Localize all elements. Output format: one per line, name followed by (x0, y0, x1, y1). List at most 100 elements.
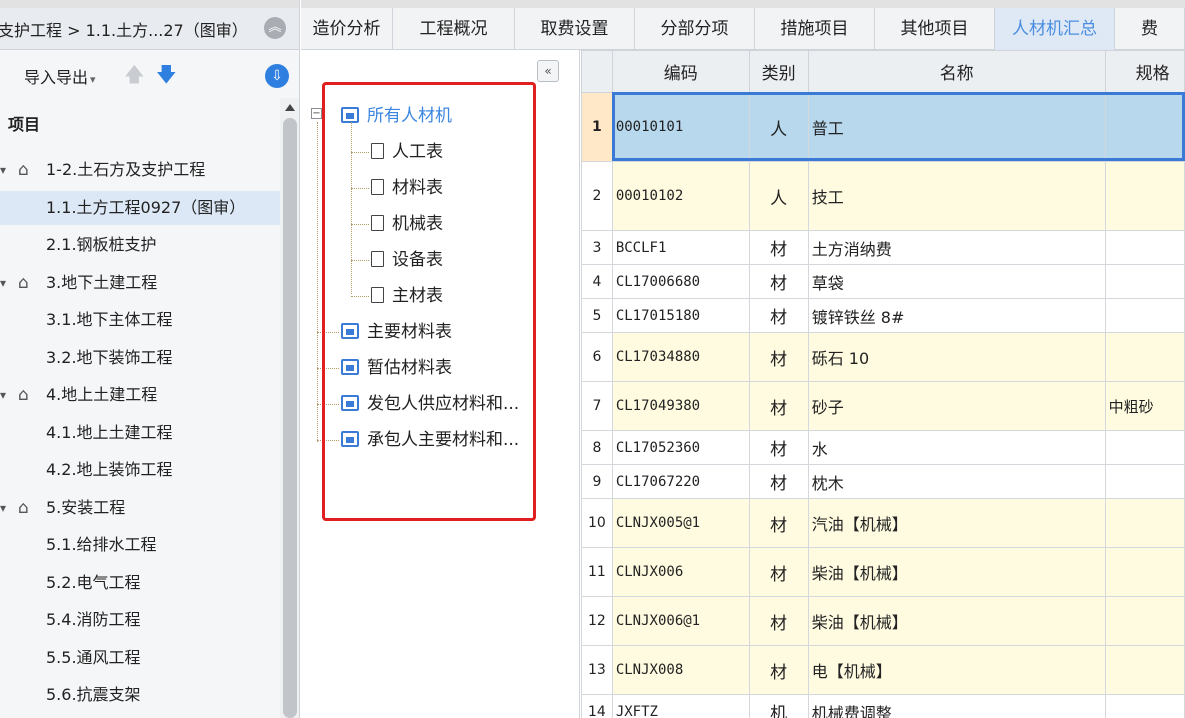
tab-0[interactable]: 造价分析 (301, 8, 393, 50)
collapse-panel-button[interactable]: « (537, 60, 559, 82)
arrow-down-icon[interactable]: 🡇 (156, 60, 177, 94)
spec-cell[interactable] (1104, 694, 1185, 718)
project-scrollbar[interactable] (280, 98, 299, 718)
code-cell[interactable]: CLNJX005@1 (611, 498, 750, 548)
table-row[interactable]: 6 CL17034880 材砾石 10 (581, 332, 1185, 382)
tab-3[interactable]: 分部分项 (635, 8, 755, 50)
download-icon[interactable]: ⇩ (265, 64, 289, 88)
project-tree-item[interactable]: 5.1.给排水工程 (0, 528, 280, 562)
project-tree-item[interactable]: 5.2.电气工程 (0, 566, 280, 600)
scroll-thumb[interactable] (283, 118, 297, 718)
tab-5[interactable]: 其他项目 (875, 8, 995, 50)
name-cell[interactable]: 汽油【机械】 (807, 498, 1106, 548)
code-cell[interactable]: JXFTZ (611, 694, 750, 718)
column-header-spec[interactable]: 规格 (1104, 50, 1185, 93)
table-row[interactable]: 11 CLNJX006 材柴油【机械】 (581, 547, 1185, 597)
column-header-code[interactable]: 编码 (611, 50, 750, 93)
code-cell[interactable]: 00010101 (611, 92, 750, 162)
row-number-cell[interactable]: 14 (581, 694, 613, 718)
project-tree-item[interactable]: 3.1.地下主体工程 (0, 303, 280, 337)
spec-cell[interactable] (1104, 161, 1185, 231)
project-tree-item[interactable]: 5.6.抗震支架 (0, 678, 280, 712)
type-cell[interactable]: 材 (748, 264, 809, 299)
project-tree-item[interactable]: 2.1.钢板桩支护 (0, 228, 280, 262)
spec-cell[interactable] (1104, 264, 1185, 299)
row-number-cell[interactable]: 7 (581, 381, 613, 431)
table-row[interactable]: 3 BCCLF1 材土方消纳费 (581, 230, 1185, 265)
name-cell[interactable]: 柴油【机械】 (807, 547, 1106, 597)
code-cell[interactable]: CL17034880 (611, 332, 750, 382)
row-number-cell[interactable]: 2 (581, 161, 613, 231)
spec-cell[interactable] (1104, 430, 1185, 465)
code-cell[interactable]: CL17006680 (611, 264, 750, 299)
double-chevron-up-icon[interactable]: ︽ (264, 17, 286, 39)
type-cell[interactable]: 材 (748, 230, 809, 265)
spec-cell[interactable] (1104, 332, 1185, 382)
spec-cell[interactable] (1104, 464, 1185, 499)
table-row[interactable]: 8 CL17052360 材水 (581, 430, 1185, 465)
code-cell[interactable]: CL17052360 (611, 430, 750, 465)
row-number-cell[interactable]: 8 (581, 430, 613, 465)
row-number-cell[interactable]: 6 (581, 332, 613, 382)
project-tree-item[interactable]: 5.4.消防工程 (0, 603, 280, 637)
project-tree-item[interactable]: ▾ ⌂ 1-2.土石方及支护工程 (0, 153, 280, 187)
project-tree-item[interactable]: ▾ ⌂ 3.地下土建工程 (0, 266, 280, 300)
spec-cell[interactable] (1104, 298, 1185, 333)
table-row[interactable]: 7 CL17049380 材砂子 中粗砂 (581, 381, 1185, 431)
spec-cell[interactable] (1104, 230, 1185, 265)
type-cell[interactable]: 材 (748, 298, 809, 333)
name-cell[interactable]: 砂子 (807, 381, 1106, 431)
name-cell[interactable]: 镀锌铁丝 8# (807, 298, 1106, 333)
code-cell[interactable]: CLNJX006@1 (611, 596, 750, 646)
name-cell[interactable]: 水 (807, 430, 1106, 465)
tab-4[interactable]: 措施项目 (755, 8, 875, 50)
type-cell[interactable]: 材 (748, 332, 809, 382)
collapse-triangle-icon[interactable]: ▾ (0, 266, 6, 300)
row-number-cell[interactable]: 1 (581, 92, 613, 162)
arrow-up-icon[interactable]: 🡅 (124, 60, 145, 94)
table-row[interactable]: 12 CLNJX006@1 材柴油【机械】 (581, 596, 1185, 646)
project-tree-item[interactable]: 3.2.地下装饰工程 (0, 341, 280, 375)
code-cell[interactable]: 00010102 (611, 161, 750, 231)
name-cell[interactable]: 机械费调整 (807, 694, 1106, 718)
project-tree-item[interactable]: 1.1.土方工程0927（图审） (0, 190, 280, 225)
row-number-cell[interactable]: 4 (581, 264, 613, 299)
name-cell[interactable]: 电【机械】 (807, 645, 1106, 695)
name-cell[interactable]: 普工 (807, 92, 1106, 162)
row-number-cell[interactable]: 5 (581, 298, 613, 333)
project-tree-item[interactable]: 4.1.地上土建工程 (0, 416, 280, 450)
code-cell[interactable]: CLNJX008 (611, 645, 750, 695)
code-cell[interactable]: BCCLF1 (611, 230, 750, 265)
type-cell[interactable]: 材 (748, 464, 809, 499)
table-row[interactable]: 1 00010101 人普工 (581, 92, 1185, 162)
scroll-up-arrow-icon[interactable] (285, 104, 295, 111)
column-header-name[interactable]: 名称 (807, 50, 1106, 93)
table-row[interactable]: 2 00010102 人技工 (581, 161, 1185, 231)
row-number-cell[interactable]: 9 (581, 464, 613, 499)
name-cell[interactable]: 草袋 (807, 264, 1106, 299)
table-row[interactable]: 4 CL17006680 材草袋 (581, 264, 1185, 299)
table-row[interactable]: 14 JXFTZ 机机械费调整 (581, 694, 1185, 718)
spec-cell[interactable] (1104, 596, 1185, 646)
name-cell[interactable]: 砾石 10 (807, 332, 1106, 382)
name-cell[interactable]: 土方消纳费 (807, 230, 1106, 265)
type-cell[interactable]: 人 (748, 92, 809, 162)
name-cell[interactable]: 技工 (807, 161, 1106, 231)
name-cell[interactable]: 枕木 (807, 464, 1106, 499)
spec-cell[interactable]: 中粗砂 (1104, 381, 1185, 431)
name-cell[interactable]: 柴油【机械】 (807, 596, 1106, 646)
row-number-cell[interactable]: 11 (581, 547, 613, 597)
code-cell[interactable]: CL17015180 (611, 298, 750, 333)
code-cell[interactable]: CL17049380 (611, 381, 750, 431)
type-cell[interactable]: 材 (748, 645, 809, 695)
tab-6[interactable]: 人材机汇总 (995, 8, 1115, 50)
spec-cell[interactable] (1104, 547, 1185, 597)
code-cell[interactable]: CLNJX006 (611, 547, 750, 597)
type-cell[interactable]: 材 (748, 547, 809, 597)
type-cell[interactable]: 材 (748, 596, 809, 646)
row-number-cell[interactable]: 3 (581, 230, 613, 265)
type-cell[interactable]: 人 (748, 161, 809, 231)
type-cell[interactable]: 机 (748, 694, 809, 718)
type-cell[interactable]: 材 (748, 498, 809, 548)
row-number-cell[interactable]: 12 (581, 596, 613, 646)
